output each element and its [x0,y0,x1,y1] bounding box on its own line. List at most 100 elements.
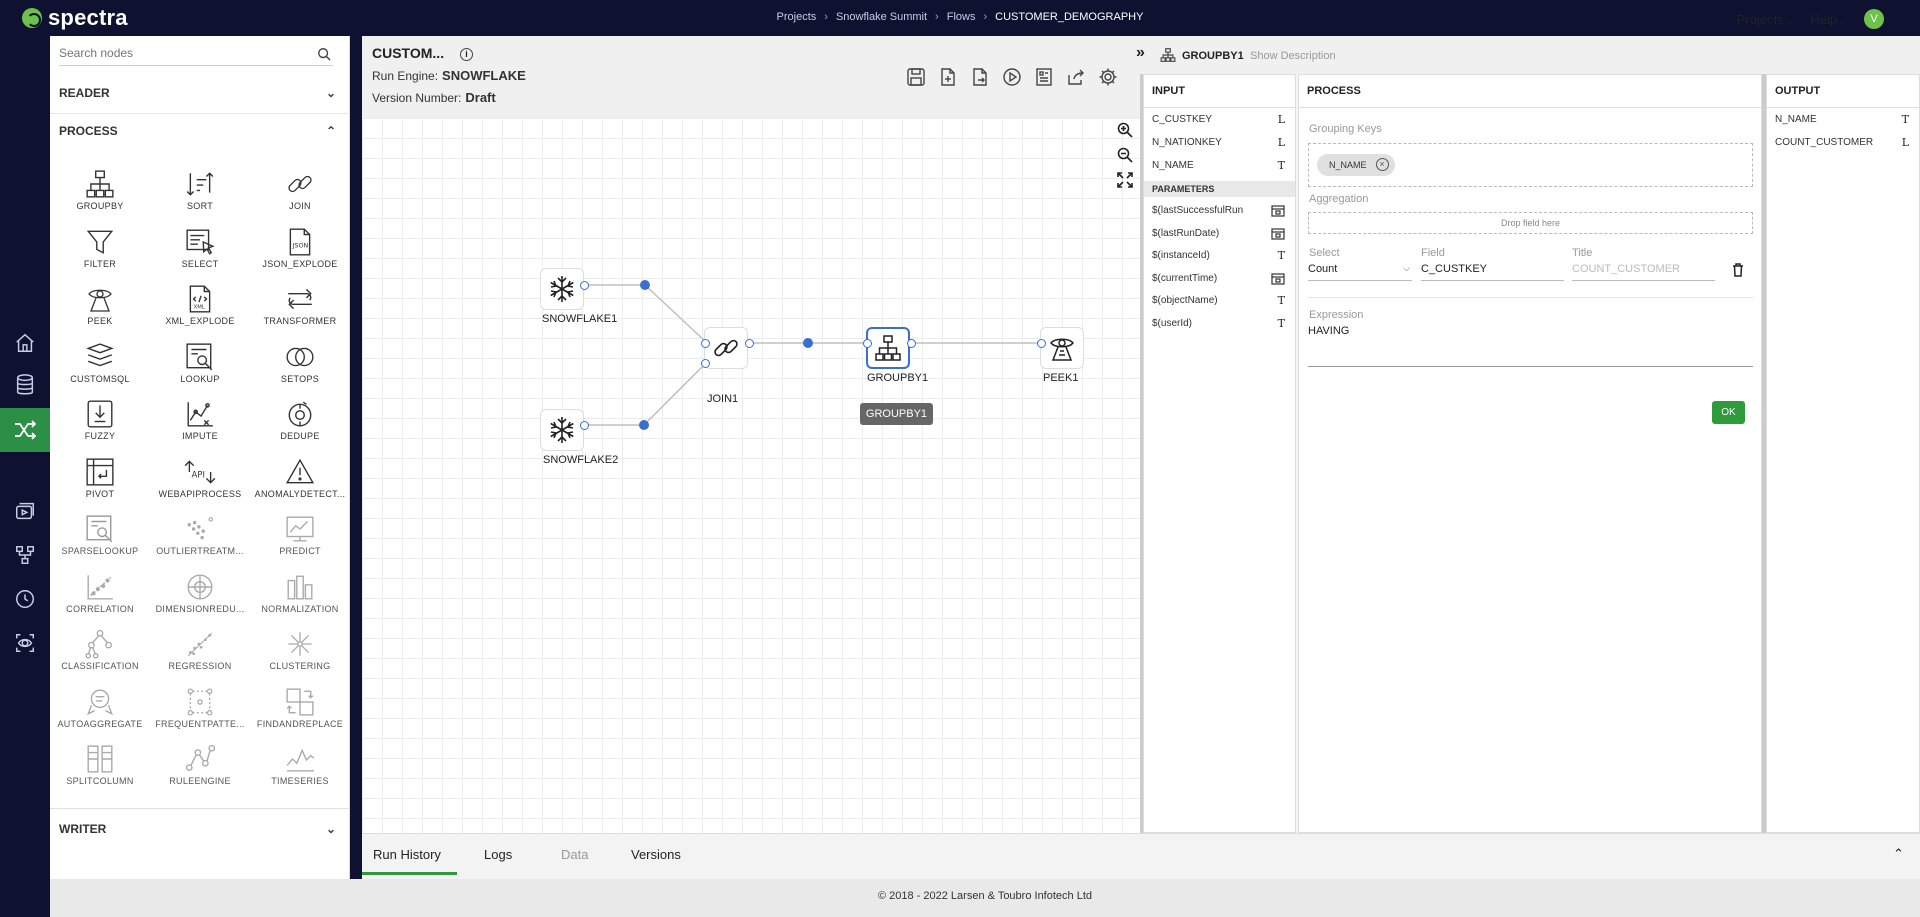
palette-node-sort[interactable]: SORT [150,167,250,224]
tab-run-history[interactable]: Run History [373,847,441,862]
info-icon[interactable]: i [459,48,473,61]
palette-node-peek[interactable]: PEEK [50,282,150,339]
save-as-icon[interactable] [938,67,958,87]
section-reader[interactable]: READER ⌄ [50,76,350,114]
palette-node-findandreplace[interactable]: FINDANDREPLACE [250,685,350,742]
palette-node-webapiprocess[interactable]: API WEBAPIPROCESS [150,455,250,512]
palette-node-outliertreatm[interactable]: OUTLIERTREATM... [150,512,250,569]
ok-button[interactable]: OK [1712,401,1745,424]
output-port[interactable] [745,339,754,348]
history-icon[interactable] [12,586,38,612]
connection-handle[interactable] [803,338,813,348]
palette-node-autoaggregate[interactable]: AUTOAGGREGATE [50,685,150,742]
aggregate-title-input[interactable]: COUNT_CUSTOMER [1572,261,1715,281]
flow-node-snowflake2[interactable] [540,409,584,451]
tab-logs[interactable]: Logs [484,847,512,862]
output-port[interactable] [907,339,916,348]
palette-node-normalization[interactable]: NORMALIZATION [250,570,350,627]
media-icon[interactable] [12,498,38,524]
search-input[interactable] [59,44,299,62]
parameter-item[interactable]: $(userId) T [1144,314,1295,336]
pipeline-icon[interactable] [12,542,38,568]
breadcrumb-project[interactable]: Snowflake Summit [836,11,927,23]
flow-node-join1[interactable] [704,327,748,369]
palette-node-impute[interactable]: IMPUTE [150,397,250,454]
monitor-icon[interactable] [12,630,38,656]
share-icon[interactable] [1066,67,1086,87]
palette-node-filter[interactable]: FILTER [50,225,150,282]
settings-gear-icon[interactable] [1098,67,1118,87]
palette-node-clustering[interactable]: CLUSTERING [250,627,350,684]
connection-handle[interactable] [639,420,649,430]
section-process[interactable]: PROCESS ⌃ [50,114,350,152]
palette-node-transformer[interactable]: TRANSFORMER [250,282,350,339]
palette-node-dedupe[interactable]: DEDUPE [250,397,350,454]
palette-node-frequentpatte[interactable]: FREQUENTPATTE... [150,685,250,742]
help-menu[interactable]: Help ⌵ [1810,12,1846,27]
palette-node-sparselookup[interactable]: SPARSELOOKUP [50,512,150,569]
palette-node-ruleengine[interactable]: RULEENGINE [150,742,250,799]
export-icon[interactable] [970,67,990,87]
flows-icon[interactable] [0,408,50,452]
input-field[interactable]: N_NAME T [1144,156,1295,178]
parameter-item[interactable]: $(currentTime) [1144,269,1295,291]
input-port[interactable] [701,339,710,348]
flow-node-groupby1[interactable] [866,327,910,369]
grouping-keys-dropzone[interactable]: N_NAME × [1308,143,1753,187]
aggregation-dropzone[interactable]: Drop field here [1308,212,1753,234]
aggregate-field-input[interactable]: C_CUSTKEY [1421,261,1564,281]
parameter-item[interactable]: $(lastSuccessfulRun [1144,201,1295,223]
palette-node-regression[interactable]: REGRESSION [150,627,250,684]
home-icon[interactable] [12,330,38,356]
palette-node-predict[interactable]: PREDICT [250,512,350,569]
search-icon[interactable] [317,47,331,66]
input-port[interactable] [1037,339,1046,348]
palette-node-join[interactable]: JOIN [250,167,350,224]
flow-node-peek1[interactable] [1040,327,1084,369]
palette-node-select[interactable]: SELECT [150,225,250,282]
show-description-link[interactable]: Show Description [1250,50,1336,62]
output-port[interactable] [580,281,589,290]
connection-handle[interactable] [640,280,650,290]
palette-node-customsql[interactable]: CUSTOMSQL [50,340,150,397]
output-field[interactable]: N_NAME T [1767,110,1919,132]
database-icon[interactable] [12,372,38,398]
palette-node-classification[interactable]: CLASSIFICATION [50,627,150,684]
delete-icon[interactable] [1732,263,1744,282]
parameter-item[interactable]: $(objectName) T [1144,291,1295,313]
expression-input[interactable]: HAVING [1308,325,1753,367]
palette-node-pivot[interactable]: PIVOT [50,455,150,512]
aggregate-function-select[interactable]: Count ⌵ [1308,261,1412,281]
tab-data[interactable]: Data [561,847,588,862]
palette-node-anomalydetect[interactable]: ANOMALYDETECT... [250,455,350,512]
section-writer[interactable]: WRITER ⌄ [50,812,350,850]
palette-node-lookup[interactable]: LOOKUP [150,340,250,397]
palette-node-setops[interactable]: SETOPS [250,340,350,397]
save-icon[interactable] [906,67,926,87]
report-icon[interactable] [1034,67,1054,87]
output-field[interactable]: COUNT_CUSTOMER L [1767,133,1919,155]
breadcrumb-flows[interactable]: Flows [947,11,976,23]
palette-node-fuzzy[interactable]: FUZZY [50,397,150,454]
projects-menu[interactable]: Projects ⌵ [1737,12,1793,27]
input-field[interactable]: C_CUSTKEY L [1144,110,1295,132]
run-icon[interactable] [1002,67,1022,87]
parameter-item[interactable]: $(lastRunDate) [1144,224,1295,246]
collapse-panel-icon[interactable]: » [1136,44,1145,62]
palette-node-groupby[interactable]: GROUPBY [50,167,150,224]
chevron-up-icon[interactable]: ⌃ [1893,846,1904,862]
palette-node-xml-explode[interactable]: XML XML_EXPLODE [150,282,250,339]
input-port[interactable] [863,339,872,348]
input-field[interactable]: N_NATIONKEY L [1144,133,1295,155]
output-port[interactable] [580,421,589,430]
palette-node-json-explode[interactable]: JSON JSON_EXPLODE [250,225,350,282]
palette-node-correlation[interactable]: CORRELATION [50,570,150,627]
input-port[interactable] [701,359,710,368]
flow-node-snowflake1[interactable] [540,268,584,310]
palette-node-timeseries[interactable]: TIMESERIES [250,742,350,799]
palette-node-dimensionredu[interactable]: DIMENSIONREDU... [150,570,250,627]
remove-chip-icon[interactable]: × [1375,158,1389,171]
tab-versions[interactable]: Versions [631,847,681,862]
breadcrumb-projects[interactable]: Projects [777,11,817,23]
palette-node-splitcolumn[interactable]: SPLITCOLUMN [50,742,150,799]
